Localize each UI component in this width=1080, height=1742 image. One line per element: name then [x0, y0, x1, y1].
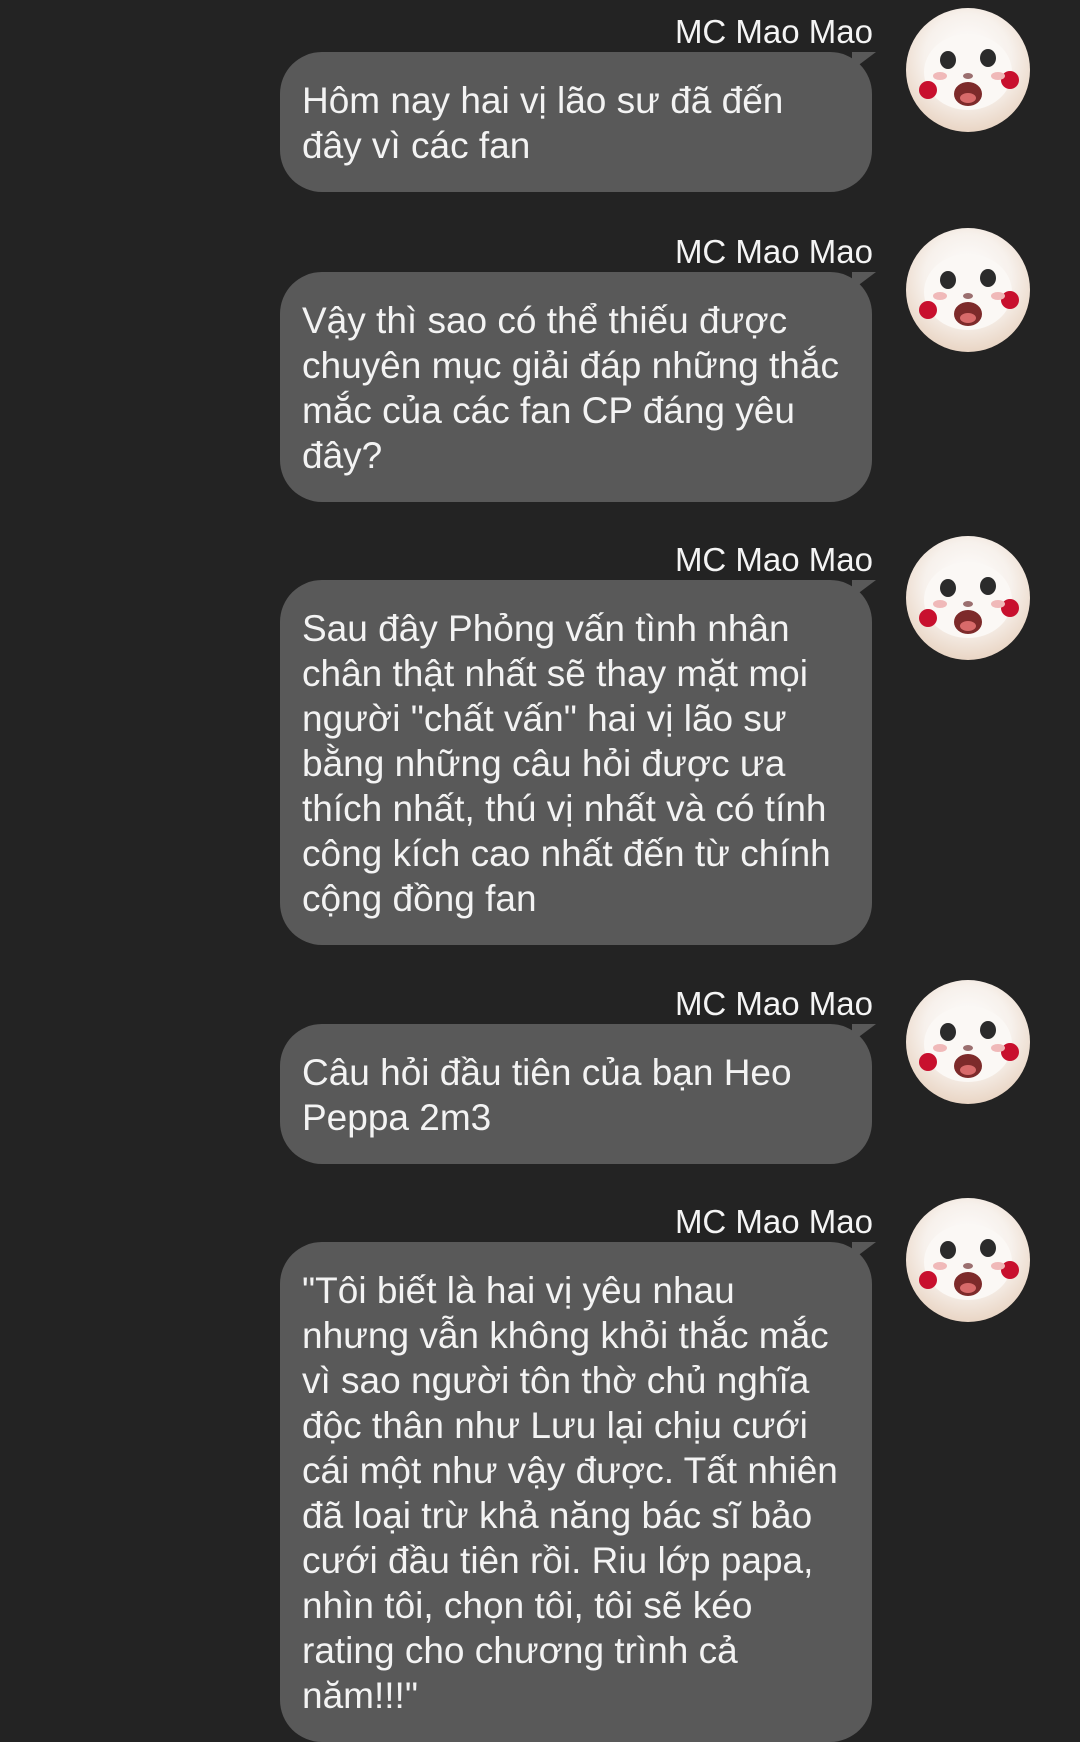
- sender-name: MC Mao Mao: [674, 1203, 873, 1240]
- message-bubble[interactable]: Vậy thì sao có thể thiếu được chuyên mục…: [280, 272, 872, 502]
- sender-name: MC Mao Mao: [674, 13, 873, 50]
- cat-with-roses-icon: [919, 1006, 1019, 1082]
- avatar[interactable]: [906, 980, 1030, 1104]
- message-bubble[interactable]: Câu hỏi đầu tiên của bạn Heo Peppa 2m3: [280, 1024, 872, 1164]
- cat-with-roses-icon: [919, 254, 1019, 330]
- message-bubble[interactable]: "Tôi biết là hai vị yêu nhau nhưng vẫn k…: [280, 1242, 872, 1742]
- sender-name: MC Mao Mao: [674, 985, 873, 1022]
- sender-name: MC Mao Mao: [674, 233, 873, 270]
- avatar[interactable]: [906, 228, 1030, 352]
- avatar[interactable]: [906, 1198, 1030, 1322]
- avatar[interactable]: [906, 536, 1030, 660]
- sender-name: MC Mao Mao: [674, 541, 873, 578]
- avatar[interactable]: [906, 8, 1030, 132]
- chat-thread: MC Mao Mao Hôm nay hai vị lão sư đã đến …: [0, 0, 1080, 1742]
- cat-with-roses-icon: [919, 562, 1019, 638]
- cat-with-roses-icon: [919, 34, 1019, 110]
- message-bubble[interactable]: Hôm nay hai vị lão sư đã đến đây vì các …: [280, 52, 872, 192]
- cat-with-roses-icon: [919, 1224, 1019, 1300]
- message-bubble[interactable]: Sau đây Phỏng vấn tình nhân chân thật nh…: [280, 580, 872, 945]
